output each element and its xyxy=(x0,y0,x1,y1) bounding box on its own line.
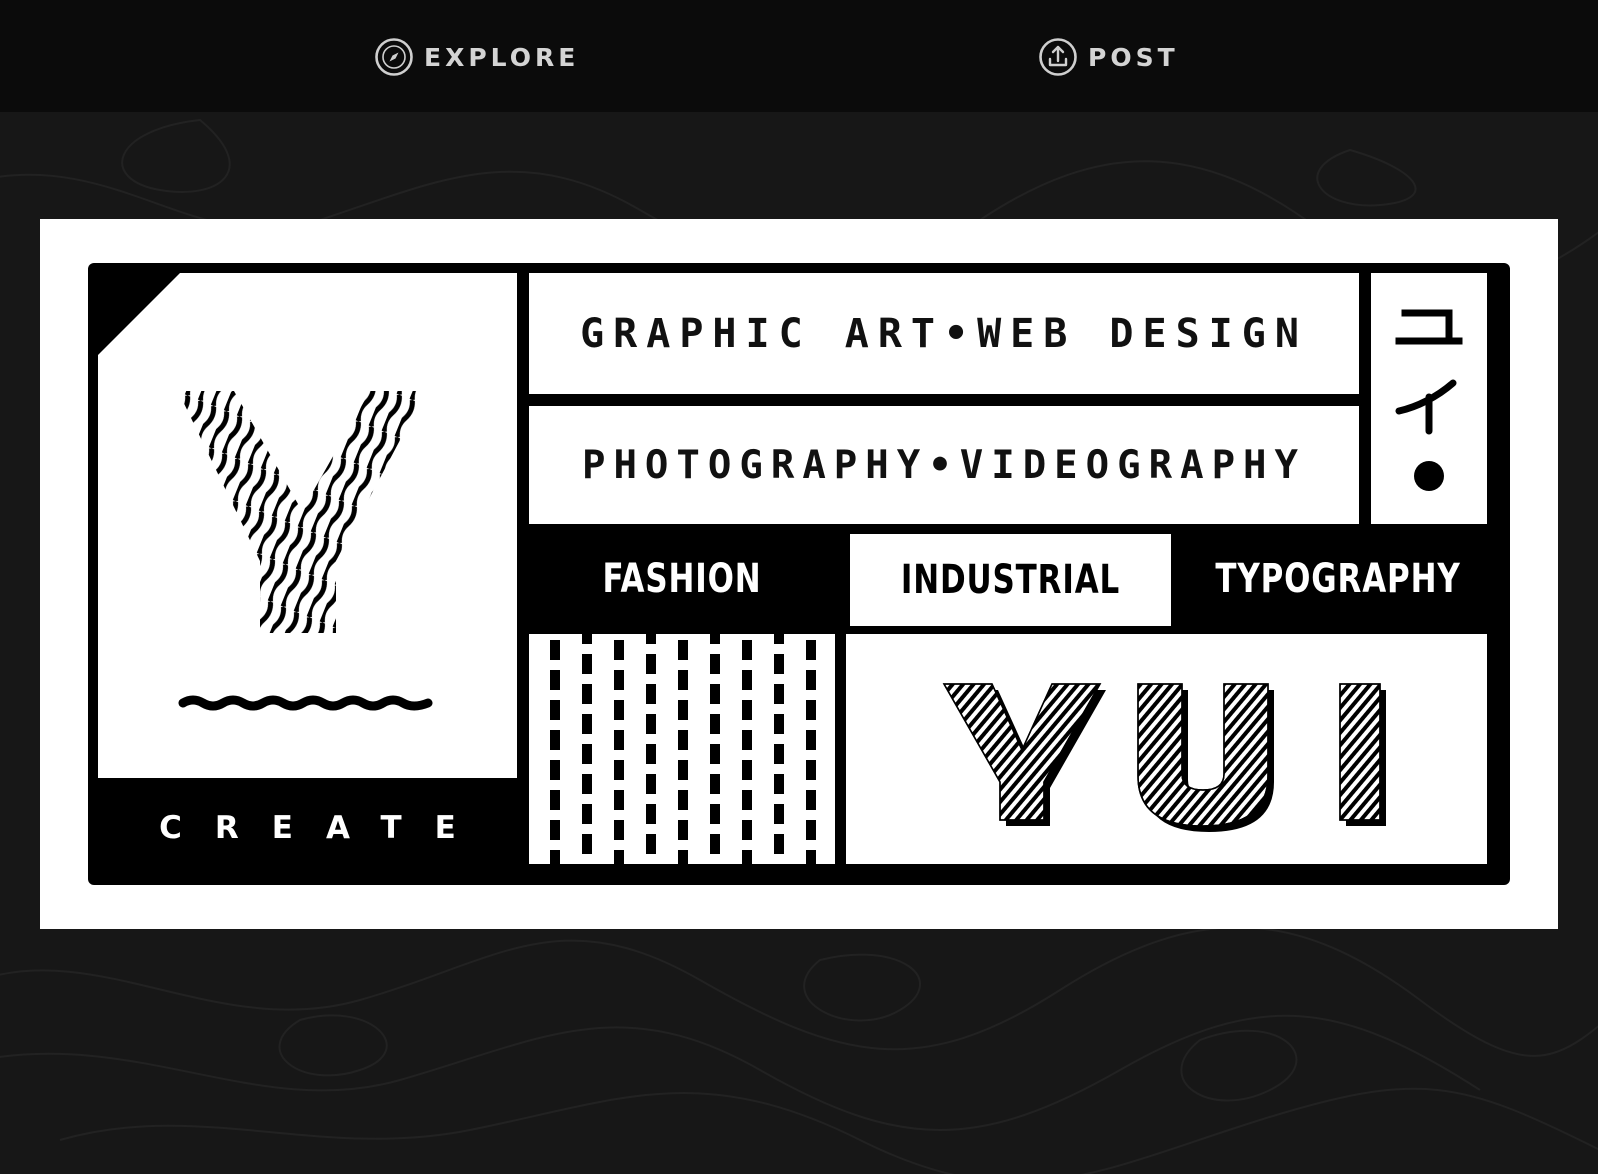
pattern-dash xyxy=(742,640,752,660)
profile-banner: CREATE GRAPHIC ART•WEB DESIGN PHOTOGRAPH… xyxy=(40,219,1558,929)
pattern-dash xyxy=(614,850,624,864)
monogram-panel xyxy=(98,273,517,778)
pattern-dash xyxy=(614,700,624,720)
pattern-dash xyxy=(550,820,560,840)
pattern-dash xyxy=(806,850,816,864)
tag-typography: TYPOGRAPHY xyxy=(1215,556,1461,602)
pattern-dash xyxy=(742,790,752,810)
pattern-dash xyxy=(582,684,592,704)
pattern-dash xyxy=(742,700,752,720)
pattern-dash xyxy=(806,730,816,750)
pattern-dash xyxy=(678,760,688,780)
yui-logo-panel xyxy=(846,634,1487,864)
pattern-dash xyxy=(806,670,816,690)
pattern-dash xyxy=(582,634,592,644)
headline-graphic-web: GRAPHIC ART•WEB DESIGN xyxy=(529,273,1359,394)
striped-y-monogram xyxy=(178,391,433,711)
pattern-dash xyxy=(550,670,560,690)
pattern-dash xyxy=(710,804,720,824)
yui-striped-logo xyxy=(942,683,1386,832)
pattern-dash xyxy=(742,850,752,864)
pattern-dash xyxy=(678,730,688,750)
pattern-dash xyxy=(646,774,656,794)
tag-fashion: FASHION xyxy=(602,556,762,602)
pattern-dash xyxy=(710,744,720,764)
pattern-dash xyxy=(710,714,720,734)
pattern-dash xyxy=(678,820,688,840)
pattern-dash xyxy=(710,774,720,794)
pattern-dash xyxy=(774,654,784,674)
pattern-dash xyxy=(582,714,592,734)
create-label: CREATE xyxy=(159,810,489,846)
nav-explore-label: EXPLORE xyxy=(424,42,580,72)
pattern-dash xyxy=(806,700,816,720)
pattern-dash xyxy=(678,670,688,690)
pattern-dash xyxy=(646,834,656,854)
pattern-dash xyxy=(646,714,656,734)
pattern-dash xyxy=(774,714,784,734)
banner-frame: CREATE GRAPHIC ART•WEB DESIGN PHOTOGRAPH… xyxy=(88,263,1510,885)
pattern-dash xyxy=(774,834,784,854)
pattern-dash xyxy=(742,760,752,780)
pattern-dash xyxy=(646,654,656,674)
nav-post[interactable]: POST xyxy=(1038,36,1179,78)
pattern-dash xyxy=(742,670,752,690)
pattern-dash xyxy=(550,640,560,660)
headline-photo-video: PHOTOGRAPHY•VIDEOGRAPHY xyxy=(529,406,1359,524)
pattern-dash xyxy=(550,760,560,780)
pattern-dash xyxy=(806,760,816,780)
pattern-dash xyxy=(646,684,656,704)
pattern-dash xyxy=(646,744,656,764)
pattern-dash xyxy=(550,850,560,864)
nav-explore[interactable]: EXPLORE xyxy=(374,36,579,78)
tag-industrial-label: INDUSTRIAL xyxy=(900,557,1121,603)
pattern-dash xyxy=(678,700,688,720)
pattern-dash xyxy=(550,730,560,750)
pattern-dash xyxy=(582,744,592,764)
pattern-dash xyxy=(614,670,624,690)
pattern-dash xyxy=(678,850,688,864)
pattern-dash xyxy=(582,834,592,854)
pattern-dash xyxy=(774,804,784,824)
nav-post-label: POST xyxy=(1088,42,1179,72)
pattern-dash xyxy=(582,654,592,674)
pattern-dash xyxy=(614,730,624,750)
pattern-dash xyxy=(742,730,752,750)
dash-pattern xyxy=(550,634,816,864)
top-navigation: EXPLORE POST xyxy=(0,0,1598,112)
pattern-dash xyxy=(774,684,784,704)
pattern-dash xyxy=(550,700,560,720)
pattern-dash xyxy=(710,834,720,854)
kana-panel xyxy=(1371,273,1487,524)
pattern-dash xyxy=(550,790,560,810)
pattern-dash xyxy=(806,640,816,660)
pattern-dash xyxy=(614,640,624,660)
pattern-dash xyxy=(582,774,592,794)
pattern-dash xyxy=(774,634,784,644)
pattern-dash xyxy=(678,790,688,810)
kana-yui-glyphs xyxy=(1395,309,1463,491)
compass-icon xyxy=(375,38,413,76)
pattern-dash xyxy=(646,804,656,824)
pattern-dash xyxy=(710,654,720,674)
tag-industrial: INDUSTRIAL xyxy=(850,534,1171,626)
pattern-dash xyxy=(710,634,720,644)
upload-icon xyxy=(1039,38,1077,76)
dash-pattern-panel xyxy=(529,634,835,864)
pattern-dash xyxy=(614,820,624,840)
pattern-dash xyxy=(678,640,688,660)
pattern-dash xyxy=(614,760,624,780)
pattern-dash xyxy=(614,790,624,810)
pattern-dash xyxy=(774,744,784,764)
pattern-dash xyxy=(806,790,816,810)
pattern-dash xyxy=(774,774,784,794)
pattern-dash xyxy=(646,634,656,644)
pattern-dash xyxy=(742,820,752,840)
pattern-dash xyxy=(806,820,816,840)
page: EXPLORE POST CREATE GRAPHIC ART•WEB DESI… xyxy=(0,0,1598,1174)
pattern-dash xyxy=(710,684,720,704)
pattern-dash xyxy=(582,804,592,824)
